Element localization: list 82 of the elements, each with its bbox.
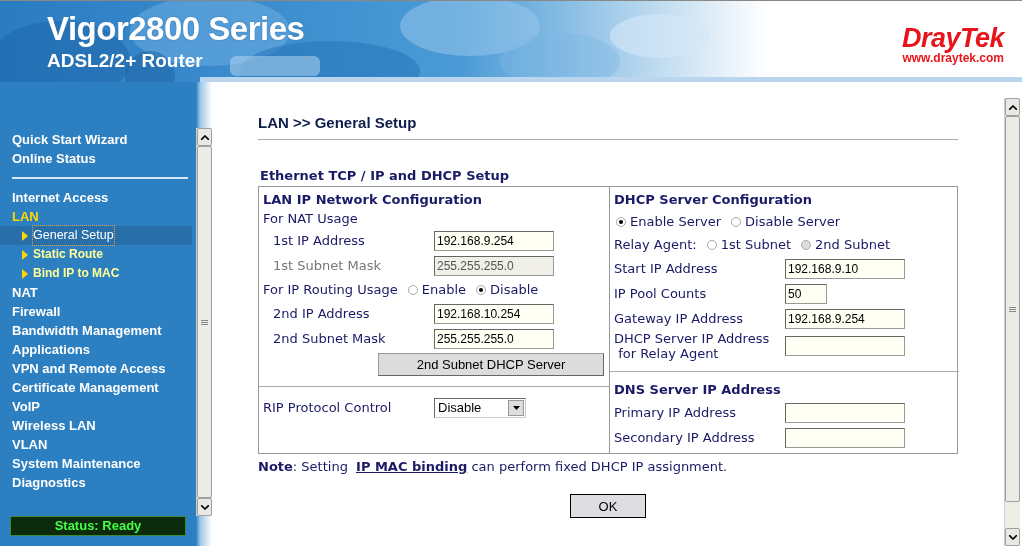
input-field[interactable]: 192.168.9.10 <box>785 258 905 279</box>
radio-label: Enable Server <box>630 214 722 229</box>
field-label: IP Pool Counts <box>614 286 708 301</box>
field-label: Relay Agent: <box>614 237 697 252</box>
menu-item[interactable]: VPN and Remote Access <box>0 359 196 378</box>
scrollbar[interactable] <box>1004 98 1020 546</box>
input-field[interactable] <box>785 427 905 448</box>
triangle-icon <box>22 268 28 279</box>
chevron-up-icon <box>200 134 209 140</box>
group-heading: LAN IP Network Configuration <box>263 191 484 209</box>
field-label: Secondary IP Address <box>614 430 756 445</box>
field-label: 1st Subnet Mask <box>272 258 382 273</box>
field-label: Primary IP Address <box>614 405 737 420</box>
product-title: Vigor2800 Series <box>47 10 305 48</box>
scroll-down-button[interactable] <box>197 498 212 516</box>
field-label: For IP Routing Usage <box>263 282 398 297</box>
field-label: RIP Protocol Control <box>263 400 393 415</box>
grip-icon <box>1009 306 1016 312</box>
menu-item[interactable]: LAN <box>0 207 196 226</box>
menu-item[interactable]: System Maintenance <box>0 454 196 473</box>
chevron-down-icon <box>200 504 209 510</box>
chevron-up-icon <box>1008 104 1017 110</box>
radio-label: 1st Subnet <box>720 237 792 252</box>
brand-logo: DrayTek <box>901 23 1004 53</box>
radio-button[interactable] <box>616 216 626 227</box>
status-bar: Status: Ready <box>10 516 186 536</box>
field-label: Gateway IP Address <box>614 311 745 326</box>
field-label: Start IP Address <box>614 261 719 276</box>
radio-button[interactable] <box>706 239 717 250</box>
chevron-down-icon <box>1008 534 1017 540</box>
ok-button[interactable]: OK <box>570 494 646 518</box>
submenu-item[interactable]: General Setup <box>0 226 192 245</box>
radio-label: Disable Server <box>745 214 841 229</box>
input-field[interactable]: 192.168.9.254 <box>785 308 905 329</box>
ip-mac-binding-link[interactable]: IP MAC binding <box>356 459 468 474</box>
triangle-icon <box>22 230 28 241</box>
menu-item[interactable]: Firewall <box>0 302 196 321</box>
radio-button[interactable] <box>731 216 742 227</box>
scroll-thumb[interactable] <box>1005 116 1020 502</box>
product-subtitle: ADSL2/2+ Router <box>47 50 203 72</box>
menu-item[interactable]: Certificate Management <box>0 378 196 397</box>
radio-button[interactable] <box>476 284 486 295</box>
radio-label: 2nd Subnet <box>815 237 891 252</box>
group-heading: DHCP Server Configuration <box>614 191 814 209</box>
menu-item[interactable]: Internet Access <box>0 188 196 207</box>
input-field[interactable]: 192.168.9.254 <box>434 230 554 251</box>
menu-item[interactable]: Online Status <box>0 149 196 168</box>
menu-item[interactable]: Bandwidth Management <box>0 321 196 340</box>
menu-item[interactable]: Quick Start Wizard <box>0 130 196 149</box>
menu-item[interactable]: VLAN <box>0 435 196 454</box>
group-heading: DNS Server IP Address <box>614 381 782 399</box>
dropdown[interactable]: Disable <box>434 397 526 418</box>
scroll-up-button[interactable] <box>1005 98 1020 116</box>
section-title: Ethernet TCP / IP and DHCP Setup <box>259 168 511 185</box>
page-title: LAN >> General Setup <box>258 114 418 132</box>
input-field[interactable]: 255.255.255.0 <box>434 328 554 349</box>
field-label: 2nd Subnet Mask <box>272 331 387 346</box>
radio-label: Enable <box>421 282 466 297</box>
triangle-icon <box>22 249 28 260</box>
radio-button[interactable] <box>407 284 418 295</box>
grip-icon <box>201 319 208 325</box>
submenu-item[interactable]: Bind IP to MAC <box>0 264 192 283</box>
dhcp-server-button[interactable]: 2nd Subnet DHCP Server <box>378 353 604 376</box>
submenu-item[interactable]: Static Route <box>0 245 192 264</box>
menu-item[interactable]: VoIP <box>0 397 196 416</box>
menu-item[interactable]: Wireless LAN <box>0 416 196 435</box>
input-field[interactable] <box>785 336 905 356</box>
field-label: 1st IP Address <box>272 233 366 248</box>
note-text: Note: Setting IP MAC binding can perform fixed DHCP IP assignment. <box>258 459 729 476</box>
input-field[interactable]: 50 <box>785 283 827 304</box>
menu-item[interactable]: Applications <box>0 340 196 359</box>
menu-item[interactable]: NAT <box>0 283 196 302</box>
radio-label: Disable <box>490 282 539 297</box>
input-field[interactable]: 192.168.10.254 <box>434 303 554 324</box>
input-field[interactable] <box>785 402 905 423</box>
dropdown-arrow-icon <box>512 405 520 410</box>
scroll-up-button[interactable] <box>197 128 212 146</box>
scroll-down-button[interactable] <box>1005 528 1020 546</box>
field-label: 2nd IP Address <box>272 306 371 321</box>
subsection-label: For NAT Usage <box>263 210 359 228</box>
field-label: DHCP Server IP Address for Relay Agent <box>614 331 771 361</box>
menu-item[interactable]: Diagnostics <box>0 473 196 492</box>
